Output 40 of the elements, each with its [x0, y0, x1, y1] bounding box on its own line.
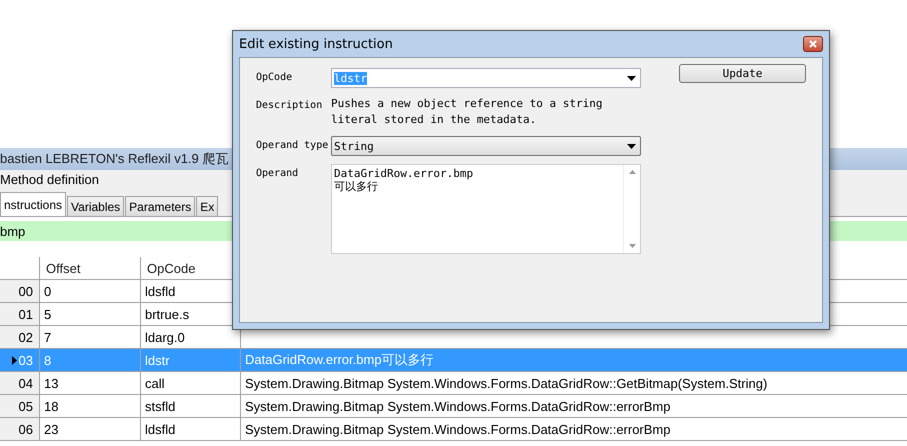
field-label: Operand [256, 167, 300, 181]
scroll-down-icon[interactable] [628, 244, 636, 248]
tab[interactable]: Ex [196, 196, 218, 216]
table-cell: System.Drawing.Bitmap System.Windows.Forms.DataGridRow::errorBmp [241, 418, 907, 441]
table-cell: call [141, 372, 241, 395]
table-cell: System.Drawing.Bitmap System.Windows.Forms.DataGridRow::errorBmp [241, 395, 907, 418]
row-header[interactable]: 05 [0, 395, 40, 418]
tab[interactable]: nstructions [0, 192, 66, 216]
operand-type-dropdown[interactable]: String [331, 136, 641, 156]
group-label: Method definition [0, 172, 100, 188]
close-button[interactable] [803, 36, 823, 52]
table-cell: stsfld [141, 395, 241, 418]
table-cell: 5 [40, 303, 141, 326]
row-header[interactable]: 02 [0, 326, 40, 349]
table-cell: 23 [40, 418, 141, 441]
table-cell: 8 [40, 349, 141, 372]
field-label: Description [256, 99, 324, 113]
column-header[interactable]: Offset [40, 257, 141, 280]
operand-text-area[interactable]: DataGridRow.error.bmp 可以多行 [331, 164, 641, 254]
table-cell: ldstr [141, 349, 241, 372]
row-header[interactable]: 01 [0, 303, 40, 326]
description-text: Pushes a new object reference to a string literal stored in the metadata. [331, 96, 604, 128]
dropdown-arrow-icon [627, 144, 636, 148]
update-button[interactable]: Update [679, 64, 806, 83]
table-cell: 0 [40, 280, 141, 303]
table-cell: 18 [40, 395, 141, 418]
tab[interactable]: Variables [67, 196, 124, 216]
row-header[interactable]: 00 [0, 280, 40, 303]
close-icon [809, 40, 817, 48]
tab[interactable]: Parameters [125, 196, 196, 216]
table-cell: 13 [40, 372, 141, 395]
dialog-title: Edit existing instruction [239, 36, 393, 52]
row-header[interactable]: 04 [0, 372, 40, 395]
dropdown-arrow-icon [627, 76, 636, 80]
table-cell: ldsfld [141, 418, 241, 441]
table-cell: DataGridRow.error.bmp可以多行 [241, 349, 907, 372]
current-row-icon [12, 356, 17, 364]
field-label: OpCode [256, 71, 294, 85]
row-header[interactable]: 06 [0, 418, 40, 441]
table-cell: System.Drawing.Bitmap System.Windows.Forms.DataGridRow::GetBitmap(System.String) [241, 372, 907, 395]
